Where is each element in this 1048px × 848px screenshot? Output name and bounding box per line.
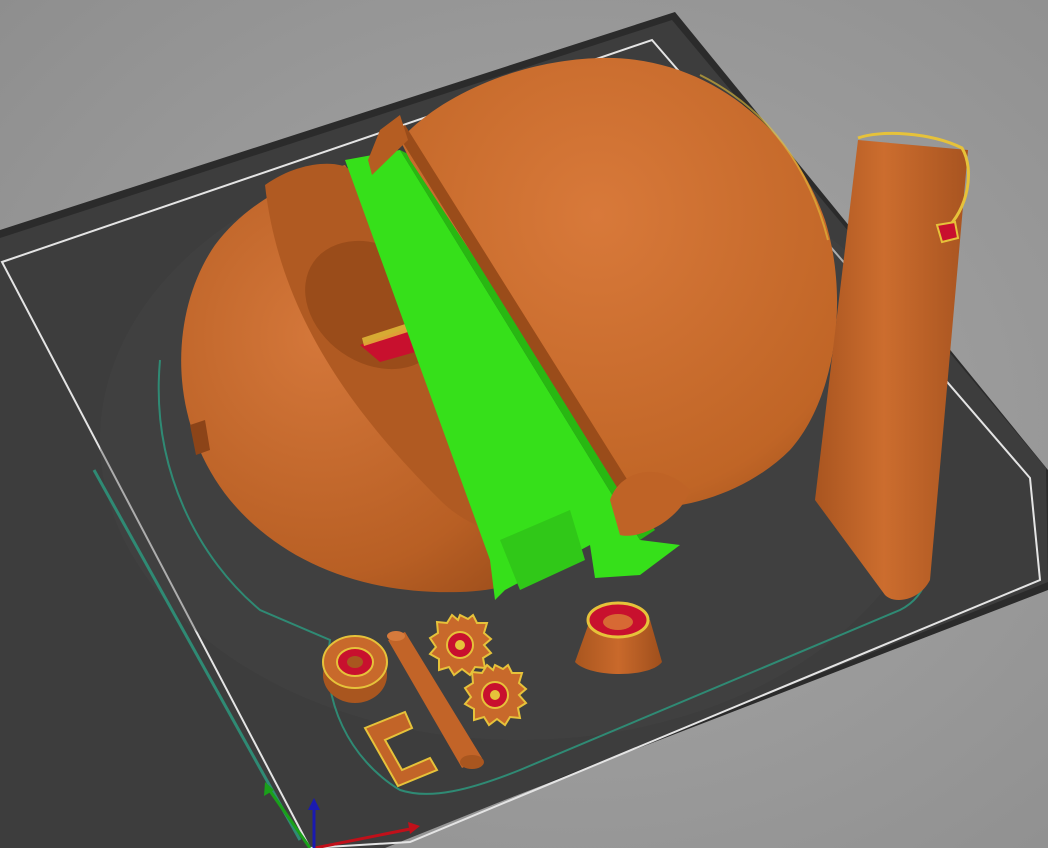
rod-end [460, 755, 484, 769]
ring-disc[interactable] [322, 635, 388, 703]
3d-preview-viewport[interactable] [0, 0, 1048, 848]
cone-top-inner [603, 614, 633, 630]
rod-top [387, 631, 405, 641]
ring-hole [347, 656, 363, 668]
cylinder-end-cap [935, 220, 960, 244]
gear[interactable] [428, 613, 493, 677]
gear-bore [490, 690, 500, 700]
gear[interactable] [463, 663, 528, 727]
gear-bore [455, 640, 465, 650]
